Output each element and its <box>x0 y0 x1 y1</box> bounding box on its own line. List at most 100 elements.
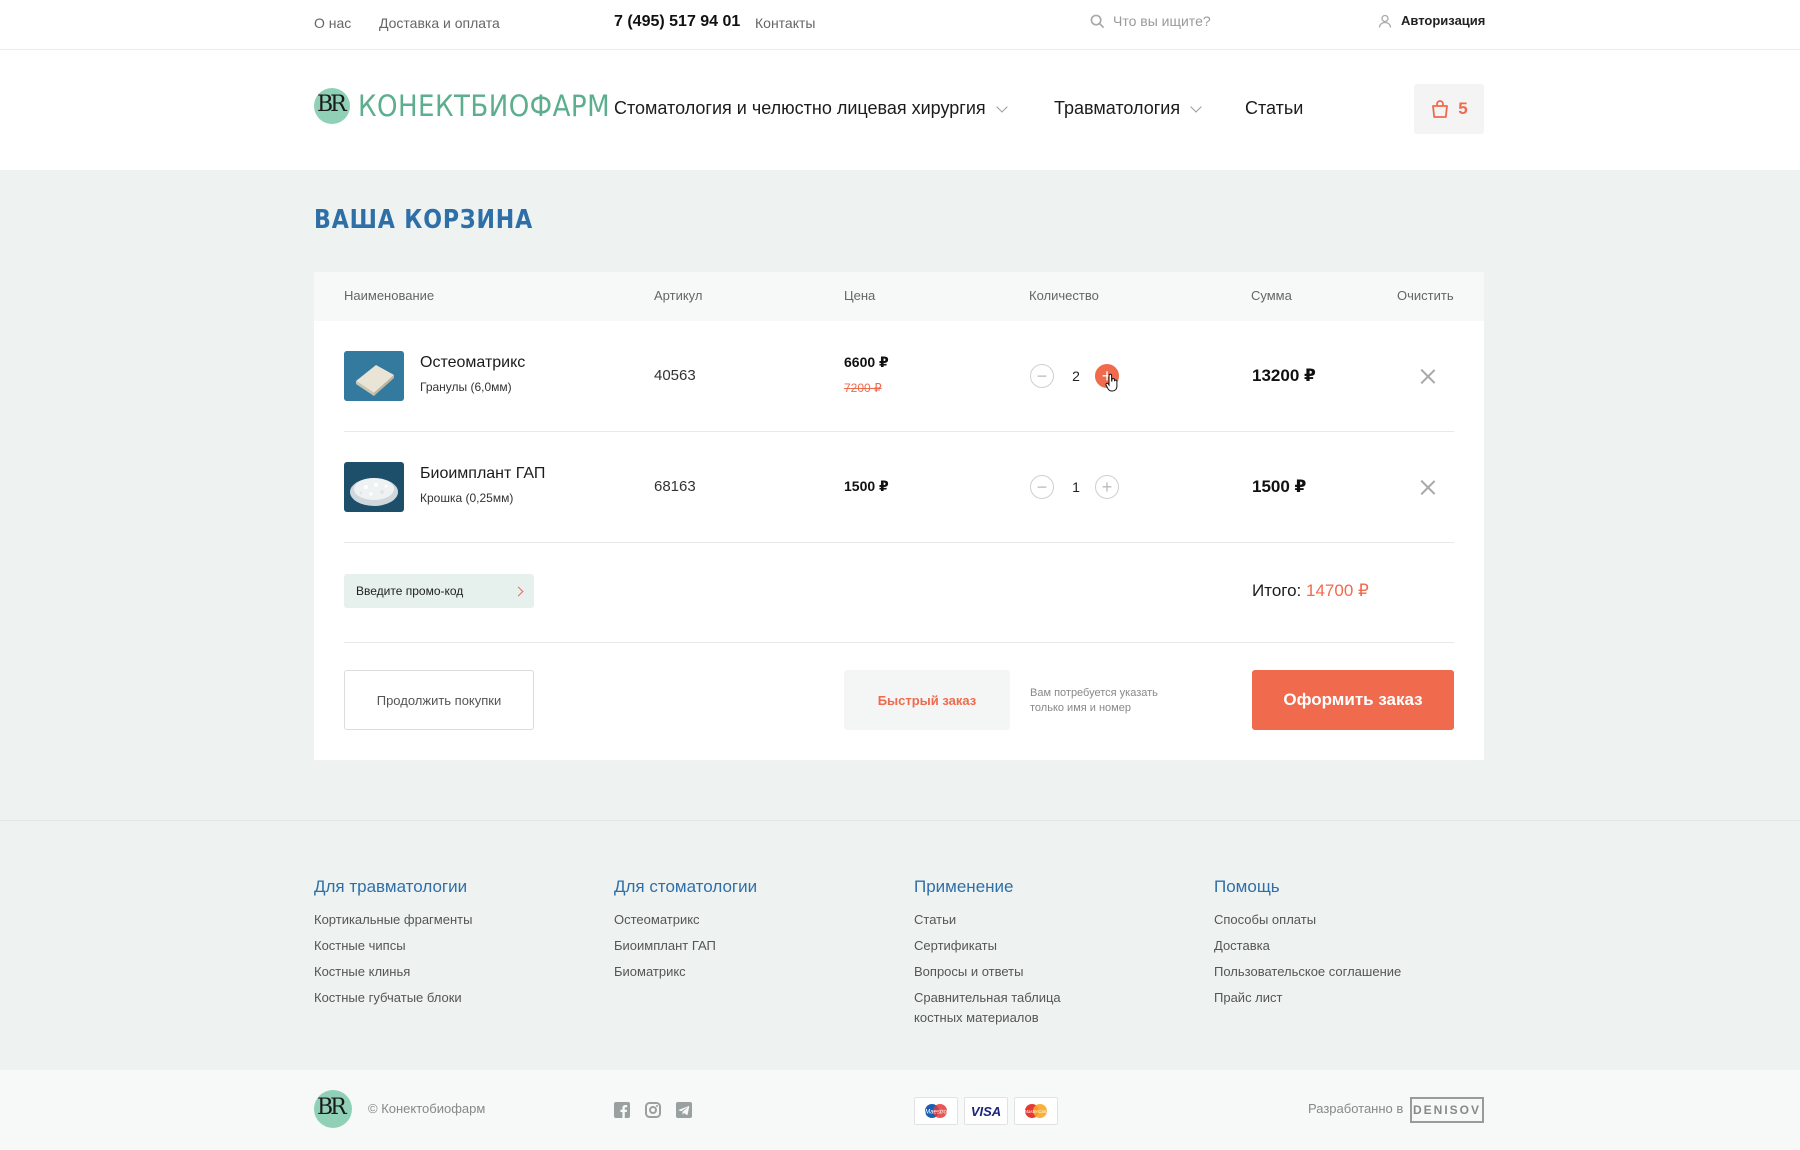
visa-label: VISA <box>970 1103 1002 1119</box>
footer-bottom-bar: BR © Конектобиофарм Maestro VISA MasterC… <box>0 1070 1800 1150</box>
product-sku: 68163 <box>654 478 696 495</box>
qty-minus-button[interactable]: − <box>1030 364 1054 388</box>
cart-button[interactable]: 5 <box>1414 84 1484 134</box>
cart-table-header: Наименование Артикул Цена Количество Сум… <box>314 272 1484 321</box>
footer-link[interactable]: Статьи <box>914 910 1084 930</box>
telegram-icon[interactable] <box>676 1102 692 1118</box>
logo-text: Конектбиофарм <box>358 89 611 123</box>
svg-text:MasterCard: MasterCard <box>1024 1109 1048 1114</box>
footer-link[interactable]: Костные губчатые блоки <box>314 988 472 1008</box>
instagram-icon[interactable] <box>645 1102 661 1118</box>
qty-value: 2 <box>1072 368 1080 384</box>
divider <box>344 642 1454 643</box>
footer-col-title: Помощь <box>1214 877 1280 896</box>
qty-plus-button[interactable]: + <box>1095 475 1119 499</box>
col-sku: Артикул <box>654 288 703 303</box>
quick-order-note: Вам потребуется указать только имя и ном… <box>1030 687 1158 714</box>
footer-link[interactable]: Сравнительная таблица костных материалов <box>914 988 1084 1028</box>
quick-order-button[interactable]: Быстрый заказ <box>844 670 1010 730</box>
footer-link[interactable]: Остеоматрикс <box>614 910 757 930</box>
auth-label: Авторизация <box>1401 13 1486 28</box>
product-old-price: 7200 ₽ <box>844 381 882 395</box>
facebook-icon[interactable] <box>614 1102 630 1118</box>
nav-traumatology[interactable]: Травматология <box>1054 98 1202 119</box>
chevron-down-icon <box>1190 100 1202 113</box>
remove-item-button[interactable] <box>1420 480 1436 496</box>
footer-logo[interactable]: BR <box>314 1090 352 1128</box>
search-icon[interactable] <box>1090 14 1105 29</box>
footer-link[interactable]: Пользовательское соглашение <box>1214 962 1401 982</box>
footer-link[interactable]: Биоимплант ГАП <box>614 936 757 956</box>
delivery-link[interactable]: Доставка и оплата <box>379 15 500 31</box>
footer-link[interactable]: Костные клинья <box>314 962 472 982</box>
footer-link[interactable]: Вопросы и ответы <box>914 962 1084 982</box>
cart-total: Итого: 14700 ₽ <box>1252 581 1369 601</box>
site-logo[interactable]: BR Конектбиофарм <box>314 88 638 124</box>
product-name[interactable]: Остеоматрикс <box>420 354 525 372</box>
product-thumb-osteomatrix[interactable] <box>344 351 404 401</box>
table-row: Остеоматрикс Гранулы (6,0мм) 40563 6600 … <box>314 321 1484 432</box>
developer-logo[interactable]: DENISOV <box>1410 1097 1484 1123</box>
promo-code-button[interactable]: Введите промо-код <box>344 574 534 608</box>
footer-link[interactable]: Доставка <box>1214 936 1401 956</box>
product-name[interactable]: Биоимплант ГАП <box>420 465 545 483</box>
copyright: © Конектобиофарм <box>368 1101 486 1116</box>
footer-col-application: Применение Статьи Сертификаты Вопросы и … <box>914 877 1084 1034</box>
minus-icon: − <box>1036 366 1048 386</box>
footer-link[interactable]: Биоматрикс <box>614 962 757 982</box>
footer-col-dentistry: Для стоматологии Остеоматрикс Биоимплант… <box>614 877 757 988</box>
search-input[interactable] <box>1113 13 1263 29</box>
col-sum: Сумма <box>1251 288 1292 303</box>
site-header: BR Конектбиофарм Стоматология и челюстно… <box>0 50 1800 170</box>
chevron-right-icon <box>513 586 524 596</box>
product-sku: 40563 <box>654 367 696 384</box>
auth-link[interactable]: Авторизация <box>1378 13 1485 28</box>
about-link[interactable]: О нас <box>314 15 351 31</box>
page-title: Ваша корзина <box>314 205 534 235</box>
footer-link[interactable]: Прайс лист <box>1214 988 1401 1008</box>
table-row: Биоимплант ГАП Крошка (0,25мм) 68163 150… <box>314 432 1484 543</box>
qty-minus-button[interactable]: − <box>1030 475 1054 499</box>
col-name: Наименование <box>344 288 435 303</box>
payment-maestro: Maestro <box>914 1097 958 1125</box>
product-variant: Крошка (0,25мм) <box>420 491 514 505</box>
svg-text:Maestro: Maestro <box>925 1110 947 1116</box>
nav-dentistry-label: Стоматология и челюстно лицевая хирургия <box>614 98 986 118</box>
nav-dentistry[interactable]: Стоматология и челюстно лицевая хирургия <box>614 98 1008 119</box>
clear-cart-link[interactable]: Очистить <box>1397 288 1454 303</box>
total-value: 14700 ₽ <box>1306 581 1369 600</box>
cart-icon <box>1432 100 1449 118</box>
cart-count: 5 <box>1458 99 1468 118</box>
main-content: Ваша корзина Наименование Артикул Цена К… <box>0 170 1800 820</box>
qty-value: 1 <box>1072 479 1080 495</box>
product-thumb-bioimplant[interactable] <box>344 462 404 512</box>
footer-link[interactable]: Сертификаты <box>914 936 1084 956</box>
checkout-button[interactable]: Оформить заказ <box>1252 670 1454 730</box>
footer-col-traumatology: Для травматологии Кортикальные фрагменты… <box>314 877 472 1014</box>
col-price: Цена <box>844 288 876 303</box>
hand-cursor-icon <box>1105 373 1118 392</box>
nav-traumatology-label: Травматология <box>1054 98 1181 118</box>
footer-col-help: Помощь Способы оплаты Доставка Пользоват… <box>1214 877 1401 1014</box>
site-footer: Для травматологии Кортикальные фрагменты… <box>0 820 1800 1070</box>
logo-mark: BR <box>314 88 350 124</box>
minus-icon: − <box>1036 477 1048 497</box>
footer-col-title: Для стоматологии <box>614 877 758 896</box>
chevron-down-icon <box>996 100 1008 113</box>
remove-item-button[interactable] <box>1420 369 1436 385</box>
nav-articles[interactable]: Статьи <box>1245 98 1303 119</box>
cart-card: Наименование Артикул Цена Количество Сум… <box>314 272 1484 760</box>
payment-visa: VISA <box>964 1097 1008 1125</box>
promo-label: Введите промо-код <box>356 584 464 598</box>
payment-mastercard: MasterCard <box>1014 1097 1058 1125</box>
footer-link[interactable]: Кортикальные фрагменты <box>314 910 472 930</box>
phone-number[interactable]: 7 (495) 517 94 01 <box>614 13 740 31</box>
product-variant: Гранулы (6,0мм) <box>420 380 512 394</box>
nav-articles-label: Статьи <box>1245 98 1304 118</box>
contacts-link[interactable]: Контакты <box>755 15 815 31</box>
continue-shopping-button[interactable]: Продолжить покупки <box>344 670 534 730</box>
footer-link[interactable]: Костные чипсы <box>314 936 472 956</box>
footer-link[interactable]: Способы оплаты <box>1214 910 1401 930</box>
user-icon <box>1378 14 1392 28</box>
plus-icon: + <box>1101 477 1113 497</box>
